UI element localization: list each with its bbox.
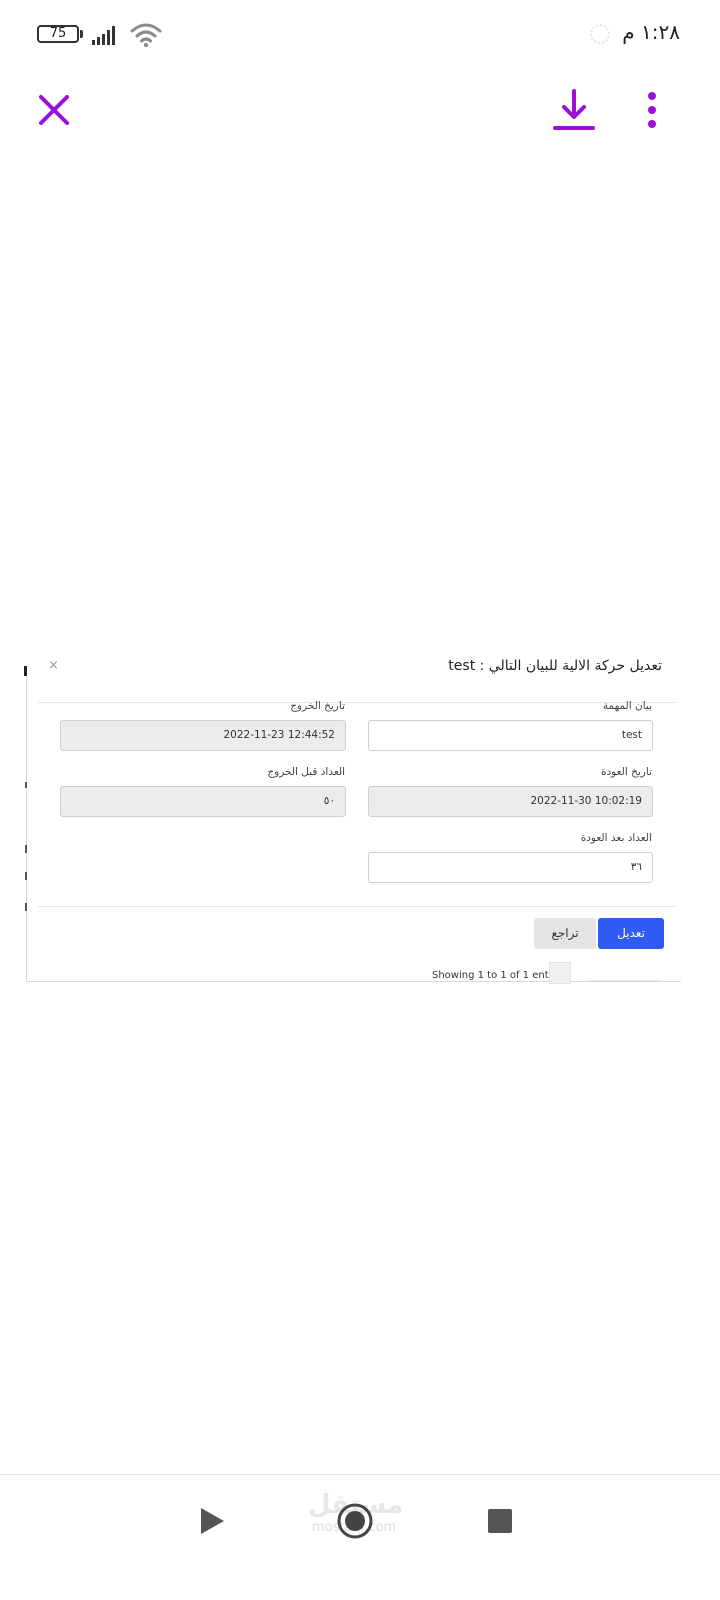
background-fragment: [25, 845, 27, 853]
close-icon[interactable]: [32, 88, 76, 132]
modal-close-button[interactable]: ×: [48, 658, 59, 673]
status-clock: ١:٢٨ م: [622, 20, 680, 44]
battery-level: 75: [49, 26, 67, 41]
wifi-icon: [130, 23, 162, 48]
notification-icon: [590, 24, 610, 44]
return-date-label: تاريخ العودة: [600, 766, 652, 778]
edit-button[interactable]: تعديل: [598, 918, 664, 949]
modal-header: × تعديل حركة الالية للبيان التالي : test: [38, 648, 676, 703]
back-button[interactable]: تراجع: [534, 918, 596, 949]
counter-after-return-label: العداد بعد العودة: [580, 832, 652, 844]
task-statement-label: بيان المهمة: [602, 700, 652, 712]
edit-movement-modal: × تعديل حركة الالية للبيان التالي : test…: [38, 648, 676, 974]
download-icon[interactable]: [552, 88, 596, 134]
pagination-cell[interactable]: [549, 962, 571, 984]
stop-icon[interactable]: [488, 1509, 512, 1533]
modal-footer-divider: [38, 906, 676, 907]
exit-date-label: تاريخ الخروج: [290, 700, 345, 712]
counter-before-exit-input: ٥٠: [60, 786, 346, 817]
status-bar: 75 ١:٢٨ م: [0, 0, 720, 70]
more-options-icon[interactable]: [640, 90, 664, 134]
task-statement-input[interactable]: test: [368, 720, 653, 751]
screen: 75 ١:٢٨ م × تعديل حركة الالية للبيان الت…: [0, 0, 720, 1600]
counter-after-return-input[interactable]: ٣٦: [368, 852, 653, 883]
return-date-input: 2022-11-30 10:02:19: [368, 786, 653, 817]
bottom-bar-divider: [0, 1474, 720, 1475]
background-fragment: [25, 782, 27, 788]
background-fragment: [24, 666, 27, 676]
battery-tip: [80, 30, 83, 38]
play-icon[interactable]: [198, 1506, 226, 1536]
counter-before-exit-label: العداد قبل الخروج: [267, 766, 345, 778]
modal-title: تعديل حركة الالية للبيان التالي : test: [448, 658, 662, 674]
table-entries-info: Showing 1 to 1 of 1 entries: [432, 970, 567, 981]
pagination-divider: [590, 980, 660, 981]
signal-icon: [92, 26, 115, 45]
exit-date-input: 2022-11-23 12:44:52: [60, 720, 346, 751]
background-fragment: [25, 872, 27, 880]
battery-icon: 75: [37, 25, 79, 43]
record-icon[interactable]: [336, 1502, 374, 1540]
background-fragment: [25, 903, 27, 911]
